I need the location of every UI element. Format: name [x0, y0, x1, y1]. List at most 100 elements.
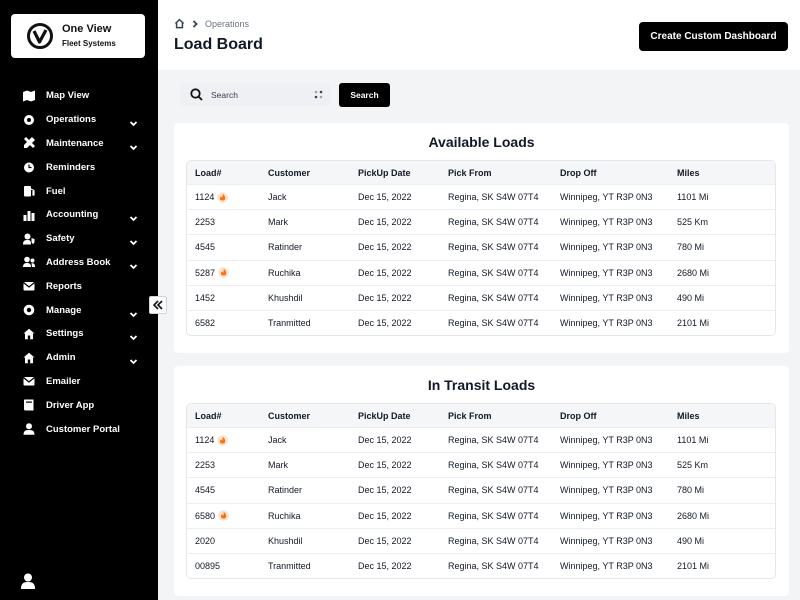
table-row[interactable]: 1124 Jack Dec 15, 2022 Regina, SK S4W 07T4 W… — [187, 427, 775, 452]
home-icon[interactable] — [174, 18, 185, 29]
table-row[interactable]: 4545 Ratinder Dec 15, 2022 Regina, SK S4W 0… — [187, 477, 775, 502]
load-number: 1124 — [195, 192, 215, 203]
brand-logo-card[interactable]: One View Fleet Systems — [11, 14, 145, 58]
column-header[interactable]: Pick From — [448, 168, 560, 178]
table-row[interactable]: 5287 Ruchika Dec 15, 2022 Regina, SK S4W 07… — [187, 259, 775, 285]
customer-cell: Khushdil — [268, 292, 303, 303]
table-row[interactable]: 1452 Khushdil Dec 15, 2022 Regina, SK S4W 0… — [187, 284, 775, 310]
pick-from-cell: Regina, SK S4W 07T4 — [448, 192, 539, 203]
user-avatar-icon[interactable] — [21, 573, 35, 589]
available-loads-table: Load# Customer PickUp Date Pick From Drop Of… — [186, 160, 776, 337]
breadcrumb-item-operations[interactable]: Operations — [205, 19, 249, 29]
double-chevron-left-icon — [153, 300, 163, 310]
table-row[interactable]: 2020 Khushdil Dec 15, 2022 Regina, SK S4W 0… — [187, 527, 775, 553]
column-header[interactable]: Load# — [187, 411, 268, 421]
miles-cell: 2101 Mi — [677, 318, 710, 329]
load-number-cell: 6580 — [187, 510, 268, 521]
drop-off-cell: Winnipeg, YT R3P 0N3 — [560, 242, 653, 253]
in-transit-loads-card: In Transit Loads Load# Customer PickUp Dat… — [174, 366, 789, 596]
column-header[interactable]: Miles — [677, 411, 775, 421]
search-input[interactable] — [211, 89, 311, 100]
create-custom-dashboard-button[interactable]: Create Custom Dashboard — [639, 22, 788, 51]
table-row[interactable]: 2253 Mark Dec 15, 2022 Regina, SK S4W 07T4 W… — [187, 452, 775, 477]
column-header[interactable]: Drop Off — [560, 168, 677, 178]
filter-grid-icon[interactable] — [314, 90, 323, 99]
chevron-down-icon[interactable] — [129, 234, 138, 246]
table-row[interactable]: 6580 Ruchika Dec 15, 2022 Regina, SK S4W 07… — [187, 502, 775, 528]
map-icon — [22, 89, 35, 102]
breadcrumb: Operations — [174, 18, 249, 29]
drop-off-cell: Winnipeg, YT R3P 0N3 — [560, 561, 653, 572]
drop-off-cell: Winnipeg, YT R3P 0N3 — [560, 217, 653, 228]
sidebar-item-label: Operations — [46, 114, 97, 126]
sidebar-item-safety[interactable]: Safety — [0, 227, 158, 251]
hot-load-fire-icon — [218, 267, 229, 278]
sidebar-item-manage[interactable]: Manage — [0, 298, 158, 322]
brand-subtitle: Fleet Systems — [62, 39, 116, 48]
table-row[interactable]: 6582 Tranmitted Dec 15, 2022 Regina, SK S4W… — [187, 309, 775, 335]
customer-cell: Ruchika — [268, 510, 301, 521]
admin-home-icon — [22, 351, 35, 364]
available-loads-card: Available Loads Load# Customer PickUp Date… — [174, 123, 789, 353]
customer-cell: Tranmitted — [268, 318, 311, 329]
chevron-right-icon — [192, 19, 198, 28]
book-icon — [22, 399, 35, 412]
chevron-down-icon[interactable] — [129, 115, 138, 127]
pickup-date-cell: Dec 15, 2022 — [358, 217, 412, 228]
sidebar-item-label: Emailer — [46, 375, 81, 387]
column-header[interactable]: Drop Off — [560, 411, 677, 421]
chevron-down-icon[interactable] — [129, 306, 138, 317]
column-header[interactable]: PickUp Date — [358, 168, 448, 178]
sidebar-item-reports[interactable]: Reports — [0, 274, 158, 298]
sidebar-item-customer-portal[interactable]: Customer Portal — [0, 417, 158, 441]
column-header[interactable]: PickUp Date — [358, 411, 448, 421]
sidebar-item-maintenance[interactable]: Maintenance — [0, 132, 158, 156]
sidebar-item-operations[interactable]: Operations — [0, 108, 158, 132]
miles-cell: 525 Km — [677, 217, 709, 228]
column-header[interactable]: Load# — [187, 168, 268, 178]
pickup-date-cell: Dec 15, 2022 — [358, 242, 412, 253]
miles-cell: 780 Mi — [677, 242, 705, 253]
sidebar-item-admin[interactable]: Admin — [0, 346, 158, 370]
miles-cell: 1101 Mi — [677, 192, 709, 203]
customer-cell: Mark — [268, 217, 288, 228]
brand-name: One View — [62, 23, 112, 35]
chevron-down-icon[interactable] — [129, 210, 138, 222]
sidebar-item-settings[interactable]: Settings — [0, 322, 158, 346]
pickup-date-cell: Dec 15, 2022 — [358, 485, 412, 496]
pickup-date-cell: Dec 15, 2022 — [358, 267, 412, 278]
chevron-down-icon[interactable] — [129, 139, 138, 151]
drop-off-cell: Winnipeg, YT R3P 0N3 — [560, 510, 653, 521]
sidebar-item-driver-app[interactable]: Driver App — [0, 393, 158, 417]
chevron-down-icon[interactable] — [129, 329, 138, 341]
sidebar-item-address-book[interactable]: Address Book — [0, 251, 158, 275]
sidebar-item-reminders[interactable]: Reminders — [0, 155, 158, 179]
miles-cell: 2101 Mi — [677, 561, 710, 572]
load-number: 2253 — [195, 217, 216, 228]
chevron-down-icon[interactable] — [129, 258, 138, 270]
table-row[interactable]: 2253 Mark Dec 15, 2022 Regina, SK S4W 07T4 W… — [187, 209, 775, 234]
sidebar-item-map-view[interactable]: Map View — [0, 84, 158, 108]
chevron-down-icon[interactable] — [129, 353, 138, 365]
load-number: 4545 — [195, 242, 216, 253]
mail-icon — [22, 280, 35, 293]
sidebar-item-label: Reminders — [46, 161, 96, 173]
column-header[interactable]: Customer — [268, 168, 358, 178]
table-row[interactable]: 00895 Tranmitted Dec 15, 2022 Regina, SK S4… — [187, 552, 775, 578]
sidebar-item-emailer[interactable]: Emailer — [0, 370, 158, 394]
sidebar-collapse-button[interactable] — [149, 296, 167, 314]
table-row[interactable]: 1124 Jack Dec 15, 2022 Regina, SK S4W 07T4 W… — [187, 184, 775, 209]
sidebar-item-label: Accounting — [46, 209, 99, 221]
contacts-icon — [22, 256, 35, 269]
column-header[interactable]: Customer — [268, 411, 358, 421]
sidebar-item-accounting[interactable]: Accounting — [0, 203, 158, 227]
column-header[interactable]: Pick From — [448, 411, 560, 421]
pick-from-cell: Regina, SK S4W 07T4 — [448, 510, 539, 521]
table-row[interactable]: 4545 Ratinder Dec 15, 2022 Regina, SK S4W 0… — [187, 234, 775, 259]
drop-off-cell: Winnipeg, YT R3P 0N3 — [560, 435, 653, 446]
load-number-cell: 2020 — [187, 536, 268, 546]
search-button[interactable]: Search — [339, 83, 390, 107]
customer-cell: Mark — [268, 460, 288, 471]
sidebar-item-fuel[interactable]: Fuel — [0, 179, 158, 203]
column-header[interactable]: Miles — [677, 168, 775, 178]
